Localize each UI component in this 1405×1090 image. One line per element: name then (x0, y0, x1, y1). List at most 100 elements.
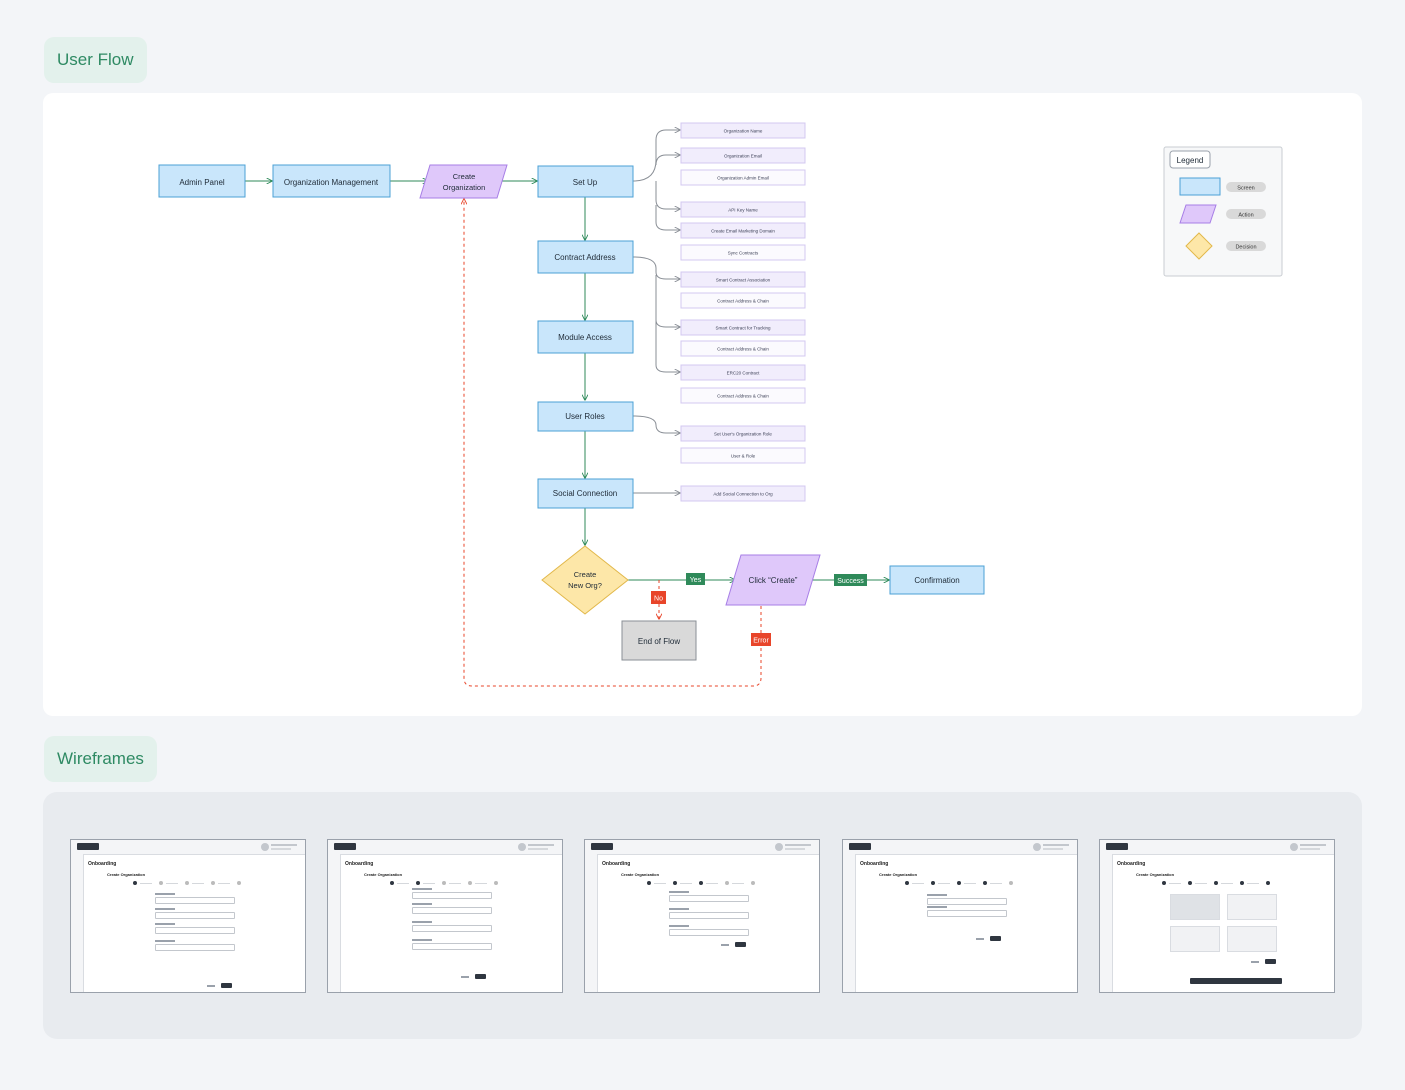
wf-field-label (669, 925, 689, 927)
svg-text:Decision: Decision (1235, 245, 1256, 251)
wf-card[interactable] (1227, 926, 1277, 952)
wf-step-dot (725, 881, 729, 885)
wf-field-label (669, 908, 689, 910)
wf-back-button[interactable] (461, 976, 469, 978)
wf-topbar (585, 840, 819, 855)
wireframe-thumbnail[interactable]: Onboarding Create Organization (327, 839, 563, 993)
wf-field-label (155, 940, 175, 942)
wf-subtitle: Create Organization (107, 872, 146, 877)
wf-input[interactable] (669, 895, 749, 902)
wf-user-role (785, 848, 805, 850)
wf-back-button[interactable] (976, 938, 984, 940)
wf-step-dot (133, 881, 137, 885)
wf-step-dot (390, 881, 394, 885)
wf-next-button[interactable] (735, 942, 746, 947)
wf-input[interactable] (927, 910, 1007, 917)
wf-stepper (1162, 881, 1292, 885)
wf-back-button[interactable] (721, 944, 729, 946)
wf-step-line (475, 883, 487, 884)
wf-next-button[interactable] (221, 983, 232, 988)
wf-step-line (1221, 883, 1233, 884)
wf-next-button[interactable] (990, 936, 1001, 941)
wf-step-dot (1009, 881, 1013, 885)
wf-stepper (905, 881, 1035, 885)
label-no: No (651, 591, 666, 604)
avatar (518, 843, 526, 851)
wf-input[interactable] (155, 897, 235, 904)
wireframe-thumbnail[interactable]: Onboarding Create Organization (1099, 839, 1335, 993)
wf-input[interactable] (412, 892, 492, 899)
detail-label: API Key Name (728, 208, 758, 213)
detail-label: ERC20 Contract (727, 371, 761, 376)
wf-field-label (412, 939, 432, 941)
wf-subtitle: Create Organization (1136, 872, 1175, 877)
wf-input[interactable] (412, 925, 492, 932)
wf-step-line (938, 883, 950, 884)
detail-label: Create Email Marketing Domain (711, 229, 775, 234)
wf-subtitle: Create Organization (879, 872, 918, 877)
wf-step-line (706, 883, 718, 884)
wf-input[interactable] (155, 944, 235, 951)
wf-user-name (1043, 844, 1069, 846)
wf-input[interactable] (155, 927, 235, 934)
svg-text:Create: Create (453, 172, 476, 181)
decision-create-new-org: Create New Org? (541, 545, 629, 615)
svg-text:End of Flow: End of Flow (638, 637, 680, 646)
detail-label: Sync Contracts (728, 251, 759, 256)
wf-step-dot (673, 881, 677, 885)
wf-stepper (390, 881, 520, 885)
screen-admin-panel: Admin Panel (158, 164, 246, 198)
svg-text:New Org?: New Org? (568, 581, 602, 590)
wf-sidebar (71, 854, 84, 992)
wf-logo (334, 843, 356, 850)
wf-topbar (843, 840, 1077, 855)
detail-label: Contract Address & Chain (717, 347, 769, 352)
wf-title: Onboarding (88, 861, 117, 867)
wf-bottom-bar (1190, 978, 1282, 984)
wf-input[interactable] (669, 929, 749, 936)
wf-step-line (449, 883, 461, 884)
wf-input[interactable] (927, 898, 1007, 905)
detail-label: Contract Address & Chain (717, 299, 769, 304)
wireframe-thumbnail[interactable]: Onboarding Create Organization (584, 839, 820, 993)
wf-user-name (528, 844, 554, 846)
svg-text:Yes: Yes (690, 577, 702, 584)
setup-branches (632, 130, 680, 230)
wf-card[interactable] (1227, 894, 1277, 920)
wf-logo (591, 843, 613, 850)
wf-input[interactable] (155, 912, 235, 919)
wireframe-thumbnail[interactable]: Onboarding Create Organization (842, 839, 1078, 993)
wf-stepper (647, 881, 777, 885)
wf-input[interactable] (412, 943, 492, 950)
detail-label: Set User's Organization Role (714, 432, 772, 437)
wf-step-line (423, 883, 435, 884)
wf-back-button[interactable] (1251, 961, 1259, 963)
wf-step-dot (1214, 881, 1218, 885)
wf-step-dot (699, 881, 703, 885)
wf-step-line (140, 883, 152, 884)
wf-input[interactable] (669, 912, 749, 919)
end-of-flow: End of Flow (621, 620, 697, 661)
wf-input[interactable] (412, 907, 492, 914)
wf-step-dot (983, 881, 987, 885)
screen-set-up: Set Up (537, 165, 634, 198)
wf-step-line (964, 883, 976, 884)
wf-step-dot (1266, 881, 1270, 885)
wf-field-label (155, 893, 175, 895)
wf-step-dot (905, 881, 909, 885)
detail-boxes: Organization Name Organization Email Organ… (680, 122, 806, 502)
wf-stepper (133, 881, 263, 885)
wf-next-button[interactable] (475, 974, 486, 979)
wf-step-dot (185, 881, 189, 885)
label-success: Success (834, 574, 867, 586)
label-error: Error (751, 633, 771, 646)
wf-step-dot (468, 881, 472, 885)
wf-step-dot (931, 881, 935, 885)
wf-step-line (732, 883, 744, 884)
wf-next-button[interactable] (1265, 959, 1276, 964)
wf-card[interactable] (1170, 894, 1220, 920)
wireframe-thumbnail[interactable]: Onboarding Create Organization (70, 839, 306, 993)
wf-back-button[interactable] (207, 985, 215, 987)
wf-field-label (412, 921, 432, 923)
wf-card[interactable] (1170, 926, 1220, 952)
